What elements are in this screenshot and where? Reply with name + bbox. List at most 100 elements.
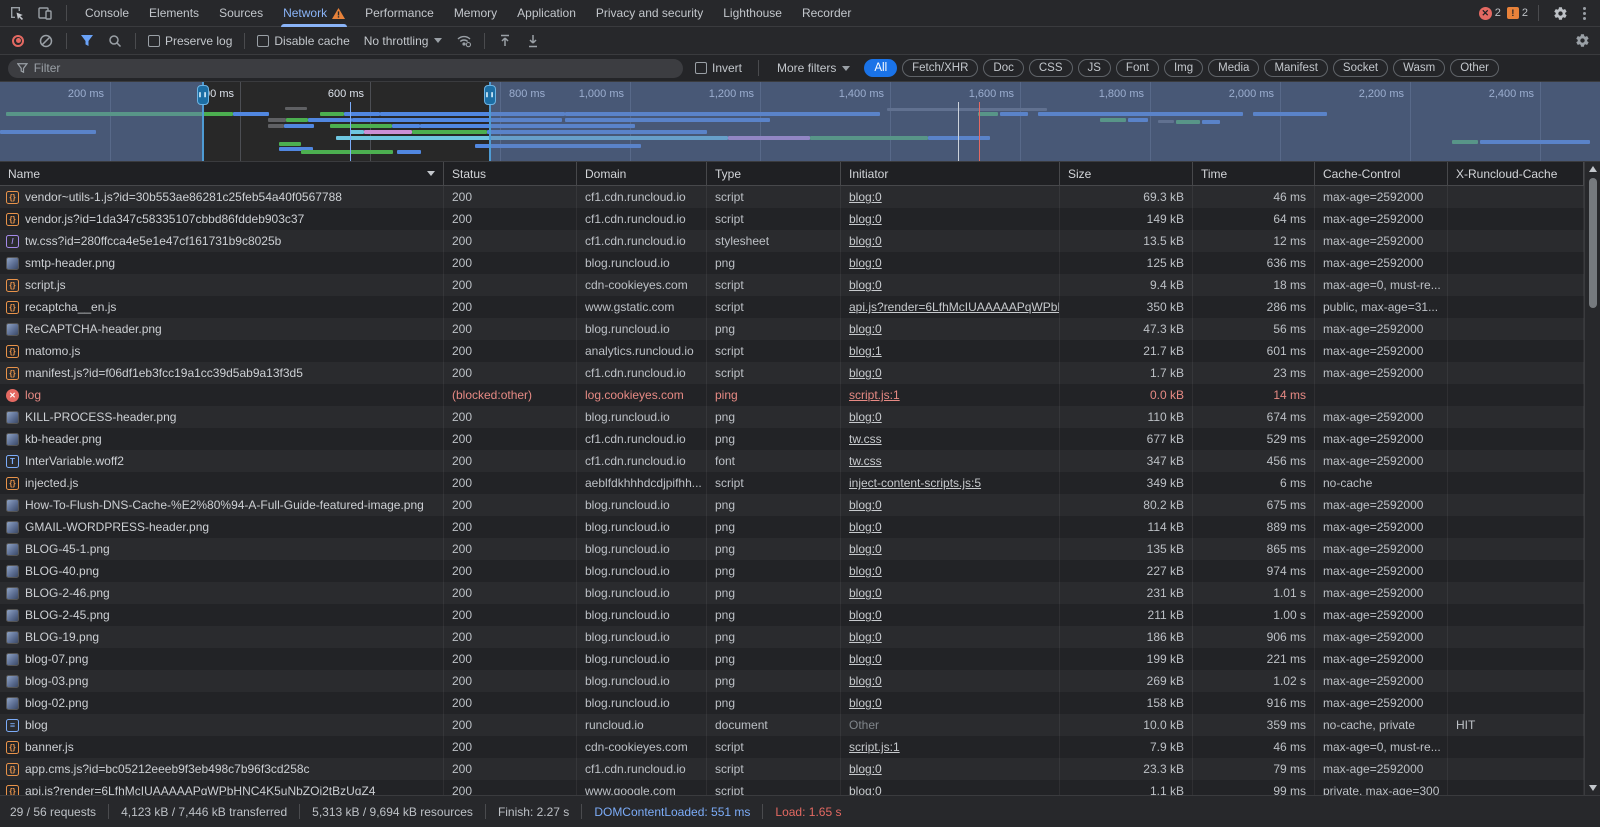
- request-initiator[interactable]: blog:0: [849, 278, 882, 292]
- throttling-select[interactable]: No throttling: [358, 34, 449, 48]
- filter-chip-socket[interactable]: Socket: [1332, 59, 1389, 77]
- device-toolbar-icon[interactable]: [34, 3, 56, 23]
- table-row[interactable]: blog-07.png 200 blog.runcloud.io png blog:0 1…: [0, 648, 1600, 670]
- column-header-type[interactable]: Type: [707, 162, 841, 185]
- request-initiator[interactable]: blog:0: [849, 652, 882, 666]
- filter-chip-fetch-xhr[interactable]: Fetch/XHR: [902, 59, 979, 77]
- request-initiator[interactable]: blog:0: [849, 542, 882, 556]
- search-icon[interactable]: [103, 30, 127, 52]
- selection-handle-right[interactable]: ❚❚: [484, 82, 496, 161]
- filter-chip-font[interactable]: Font: [1115, 59, 1159, 77]
- table-row[interactable]: blog-02.png 200 blog.runcloud.io png blog:0 1…: [0, 692, 1600, 714]
- table-row[interactable]: kb-header.png 200 cf1.cdn.runcloud.io png tw…: [0, 428, 1600, 450]
- request-initiator[interactable]: blog:0: [849, 784, 882, 795]
- table-row[interactable]: GMAIL-WORDPRESS-header.png 200 blog.runclo…: [0, 516, 1600, 538]
- inspect-element-icon[interactable]: [6, 3, 28, 23]
- filter-chip-other[interactable]: Other: [1450, 59, 1499, 77]
- vertical-scrollbar[interactable]: [1584, 162, 1600, 795]
- column-header-domain[interactable]: Domain: [577, 162, 707, 185]
- scroll-down-icon[interactable]: [1588, 781, 1597, 795]
- scroll-up-icon[interactable]: [1588, 162, 1597, 176]
- filter-chip-img[interactable]: Img: [1163, 59, 1204, 77]
- tab-memory[interactable]: Memory: [444, 0, 507, 27]
- more-options-kebab-icon[interactable]: [1577, 4, 1592, 23]
- filter-chip-js[interactable]: JS: [1077, 59, 1111, 77]
- table-row[interactable]: BLOG-19.png 200 blog.runcloud.io png blog:0 1…: [0, 626, 1600, 648]
- request-initiator[interactable]: blog:0: [849, 630, 882, 644]
- tab-elements[interactable]: Elements: [139, 0, 209, 27]
- tab-network[interactable]: Network: [273, 0, 355, 27]
- table-row[interactable]: KILL-PROCESS-header.png 200 blog.runcloud.…: [0, 406, 1600, 428]
- import-har-icon[interactable]: [493, 30, 517, 52]
- filter-input[interactable]: [33, 61, 674, 75]
- table-row[interactable]: ReCAPTCHA-header.png 200 blog.runcloud.io p…: [0, 318, 1600, 340]
- table-row[interactable]: {} app.cms.js?id=bc05212eeeb9f3eb498c7b96…: [0, 758, 1600, 780]
- tab-privacy-and-security[interactable]: Privacy and security: [586, 0, 713, 27]
- table-row[interactable]: ✕ log (blocked:other) log.cookieyes.com ping…: [0, 384, 1600, 406]
- request-initiator[interactable]: blog:0: [849, 256, 882, 270]
- tab-sources[interactable]: Sources: [209, 0, 273, 27]
- table-row[interactable]: {} vendor.js?id=1da347c58335107cbbd86fdde…: [0, 208, 1600, 230]
- table-row[interactable]: ≡ blog 200 runcloud.io document Other 10.0 kB 3…: [0, 714, 1600, 736]
- table-row[interactable]: BLOG-2-46.png 200 blog.runcloud.io png blog:…: [0, 582, 1600, 604]
- column-header-size[interactable]: Size: [1060, 162, 1193, 185]
- error-count-badge[interactable]: ✕ 2: [1478, 6, 1501, 20]
- filter-chip-doc[interactable]: Doc: [983, 59, 1024, 77]
- request-initiator[interactable]: blog:0: [849, 674, 882, 688]
- request-initiator[interactable]: blog:0: [849, 586, 882, 600]
- request-initiator[interactable]: blog:0: [849, 234, 882, 248]
- table-row[interactable]: blog-03.png 200 blog.runcloud.io png blog:0 2…: [0, 670, 1600, 692]
- request-initiator[interactable]: blog:0: [849, 608, 882, 622]
- table-row[interactable]: {} injected.js 200 aeblfdkhhhdcdjpifhh... sc…: [0, 472, 1600, 494]
- column-header-name[interactable]: Name: [0, 162, 444, 185]
- request-initiator[interactable]: blog:0: [849, 498, 882, 512]
- table-row[interactable]: BLOG-2-45.png 200 blog.runcloud.io png blog:…: [0, 604, 1600, 626]
- table-row[interactable]: {} script.js 200 cdn-cookieyes.com script blo…: [0, 274, 1600, 296]
- more-filters-dropdown[interactable]: More filters: [771, 61, 856, 75]
- request-initiator[interactable]: blog:0: [849, 190, 882, 204]
- request-initiator[interactable]: blog:0: [849, 322, 882, 336]
- table-row[interactable]: {} vendor~utils-1.js?id=30b553ae86281c25f…: [0, 186, 1600, 208]
- column-header-status[interactable]: Status: [444, 162, 577, 185]
- column-header-initiator[interactable]: Initiator: [841, 162, 1060, 185]
- network-overview-timeline[interactable]: 200 ms400 ms600 ms800 ms1,000 ms1,200 ms…: [0, 82, 1600, 162]
- tab-application[interactable]: Application: [507, 0, 586, 27]
- network-settings-gear-icon[interactable]: [1570, 30, 1594, 52]
- column-header-cache-control[interactable]: Cache-Control: [1315, 162, 1448, 185]
- table-row[interactable]: {} banner.js 200 cdn-cookieyes.com script scr…: [0, 736, 1600, 758]
- warning-count-badge[interactable]: ! 2: [1506, 7, 1528, 19]
- filter-chip-media[interactable]: Media: [1208, 59, 1260, 77]
- request-initiator[interactable]: blog:0: [849, 410, 882, 424]
- request-initiator[interactable]: script.js:1: [849, 740, 900, 754]
- column-header-x-runcloud-cache[interactable]: X-Runcloud-Cache: [1448, 162, 1584, 185]
- table-row[interactable]: {} recaptcha__en.js 200 www.gstatic.com scri…: [0, 296, 1600, 318]
- invert-checkbox[interactable]: Invert: [691, 61, 746, 75]
- export-har-icon[interactable]: [521, 30, 545, 52]
- filter-icon[interactable]: [75, 30, 99, 52]
- filter-chip-all[interactable]: All: [864, 59, 898, 77]
- table-row[interactable]: BLOG-45-1.png 200 blog.runcloud.io png blog:…: [0, 538, 1600, 560]
- request-initiator[interactable]: blog:0: [849, 762, 882, 776]
- table-row[interactable]: {} matomo.js 200 analytics.runcloud.io scrip…: [0, 340, 1600, 362]
- disable-cache-checkbox[interactable]: Disable cache: [253, 34, 353, 48]
- filter-chip-css[interactable]: CSS: [1028, 59, 1073, 77]
- clear-network-log-button[interactable]: [34, 30, 58, 52]
- tab-console[interactable]: Console: [75, 0, 139, 27]
- tab-performance[interactable]: Performance: [355, 0, 444, 27]
- request-initiator[interactable]: blog:0: [849, 212, 882, 226]
- request-initiator[interactable]: blog:0: [849, 696, 882, 710]
- filter-chip-manifest[interactable]: Manifest: [1264, 59, 1328, 77]
- request-initiator[interactable]: script.js:1: [849, 388, 900, 402]
- filter-chip-wasm[interactable]: Wasm: [1393, 59, 1446, 77]
- scrollbar-track[interactable]: [1585, 176, 1600, 781]
- table-row[interactable]: BLOG-40.png 200 blog.runcloud.io png blog:0 2…: [0, 560, 1600, 582]
- scrollbar-thumb[interactable]: [1589, 178, 1597, 308]
- selection-handle-left[interactable]: ❚❚: [197, 82, 209, 161]
- column-header-time[interactable]: Time: [1193, 162, 1315, 185]
- request-initiator[interactable]: tw.css: [849, 454, 882, 468]
- record-network-log-button[interactable]: [6, 30, 30, 52]
- tab-lighthouse[interactable]: Lighthouse: [713, 0, 792, 27]
- request-initiator[interactable]: blog:0: [849, 366, 882, 380]
- table-row[interactable]: {} api.js?render=6LfhMcIUAAAAAPqWPbHNC4K5…: [0, 780, 1600, 795]
- request-initiator[interactable]: blog:0: [849, 564, 882, 578]
